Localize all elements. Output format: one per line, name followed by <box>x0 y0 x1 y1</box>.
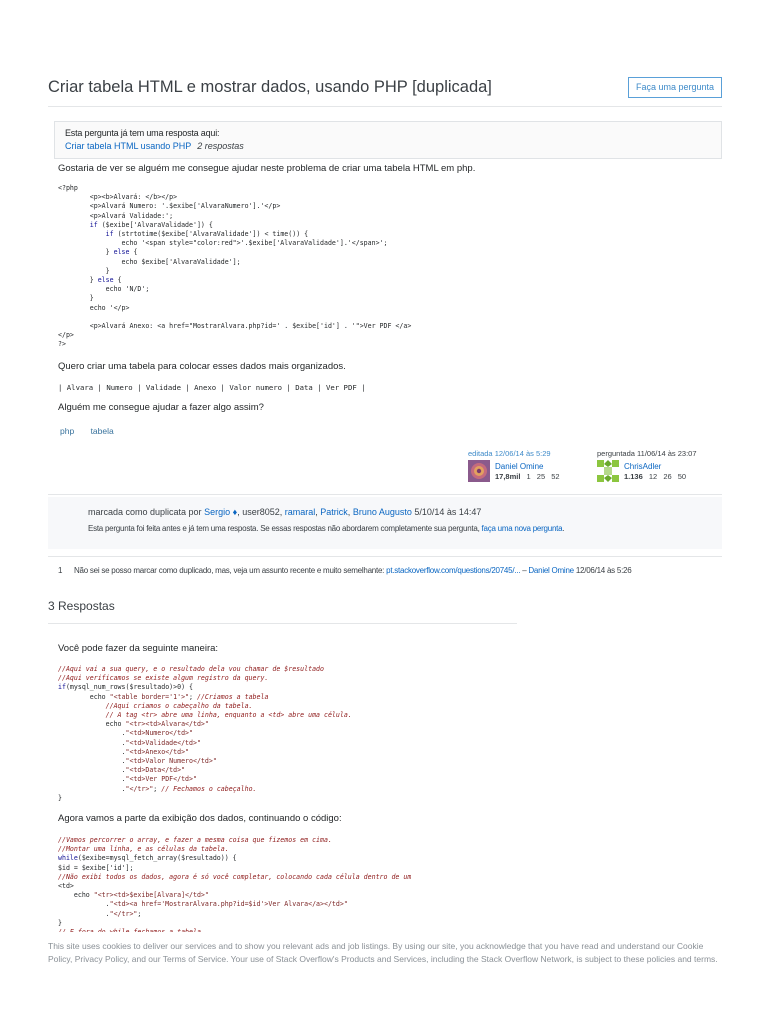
edited-action[interactable]: editada 12/06/14 às 5:29 <box>468 449 551 458</box>
tag-tabela[interactable]: tabela <box>87 425 118 437</box>
daniel-omine-avatar[interactable] <box>468 460 490 482</box>
question-body-intro: Gostaria de ver se alguém me consegue aj… <box>58 163 476 174</box>
asked-action: perguntada 11/06/14 às 23:07 <box>597 449 697 458</box>
closed-notice-line: marcada como duplicata por Sergio ♦, use… <box>88 507 482 517</box>
answer-intro: Você pode fazer da seguinte maneira: <box>58 643 219 654</box>
closed-notice-box <box>48 497 722 549</box>
edited-user-bronze: 52 <box>551 472 560 481</box>
comments-divider <box>48 556 722 557</box>
question-tags: php tabela <box>56 425 124 437</box>
asked-signature: perguntada 11/06/14 às 23:07 ChrisAdler … <box>597 449 697 482</box>
question-body-middle: Quero criar uma tabela para colocar esse… <box>58 361 346 372</box>
question-body-end: Alguém me consegue ajudar a fazer algo a… <box>58 402 264 413</box>
duplicate-answer-count: 2 respostas <box>197 141 244 151</box>
closed-divider <box>48 494 722 495</box>
table-columns-line: | Alvara | Numero | Validade | Anexo | V… <box>58 383 366 392</box>
duplicate-notice-text: Esta pergunta já tem uma resposta aqui: <box>65 128 220 138</box>
chrisadler-avatar[interactable] <box>597 460 619 482</box>
asked-user-gold: 12 <box>648 472 658 481</box>
question-code-block: <?php <p><b>Alvará: </b></p> <p>Alvará N… <box>58 184 412 349</box>
edited-user-gold: 1 <box>526 472 531 481</box>
closed-prefix: marcada como duplicata por <box>88 507 202 517</box>
closed-date: 5/10/14 às 14:47 <box>414 507 482 517</box>
cookie-banner: This site uses cookies to deliver our se… <box>0 938 768 1024</box>
closer-user-1[interactable]: Sergio ♦ <box>204 507 237 517</box>
ask-new-question-link[interactable]: faça uma nova pergunta <box>482 524 563 533</box>
closer-user-5[interactable]: Bruno Augusto <box>353 507 412 517</box>
asked-user-rep: 1.136 <box>624 472 643 481</box>
answers-divider <box>48 623 517 624</box>
ask-question-button[interactable]: Faça uma pergunta <box>628 77 722 98</box>
asked-user-name[interactable]: ChrisAdler <box>624 462 661 471</box>
asked-user-bronze: 50 <box>677 472 687 481</box>
closer-user-3[interactable]: ramaral <box>285 507 316 517</box>
edited-signature: editada 12/06/14 às 5:29 Daniel Omine 17… <box>468 449 560 482</box>
tag-php[interactable]: php <box>56 425 78 437</box>
asked-user-silver: 26 <box>663 472 672 481</box>
edited-user-name[interactable]: Daniel Omine <box>495 462 543 471</box>
comment-dash: – <box>522 566 527 575</box>
duplicate-link[interactable]: Criar tabela HTML usando PHP <box>65 141 191 151</box>
comment-link[interactable]: pt.stackoverflow.com/questions/20745/... <box>386 566 520 575</box>
closer-user-4[interactable]: Patrick <box>320 507 348 517</box>
closed-message: Esta pergunta foi feita antes e já tem u… <box>88 524 565 533</box>
duplicate-notice: Esta pergunta já tem uma resposta aqui: … <box>54 121 722 159</box>
comment-date: 12/06/14 às 5:26 <box>575 566 632 575</box>
question-title: Criar tabela HTML e mostrar dados, usand… <box>48 78 492 96</box>
answers-heading: 3 Respostas <box>48 599 115 613</box>
title-divider <box>48 106 722 107</box>
closer-user-2: user8052 <box>242 507 280 517</box>
answer-middle: Agora vamos a parte da exibição dos dado… <box>58 813 342 824</box>
edited-user-rep: 17,8mil <box>495 472 521 481</box>
comment-author[interactable]: Daniel Omine <box>528 566 574 575</box>
answer-code-block-2: //Vamos percorrer o array, e fazer a mes… <box>58 836 412 932</box>
comment-item: 1 Não sei se posso marcar como duplicado… <box>58 566 632 575</box>
closed-message-text: Esta pergunta foi feita antes e já tem u… <box>88 524 480 533</box>
edited-user-silver: 25 <box>536 472 546 481</box>
comment-text: Não sei se posso marcar como duplicado, … <box>73 566 385 575</box>
comment-score: 1 <box>58 566 63 575</box>
answer-code-block-1: //Aqui vai a sua query, e o resultado de… <box>58 665 352 802</box>
